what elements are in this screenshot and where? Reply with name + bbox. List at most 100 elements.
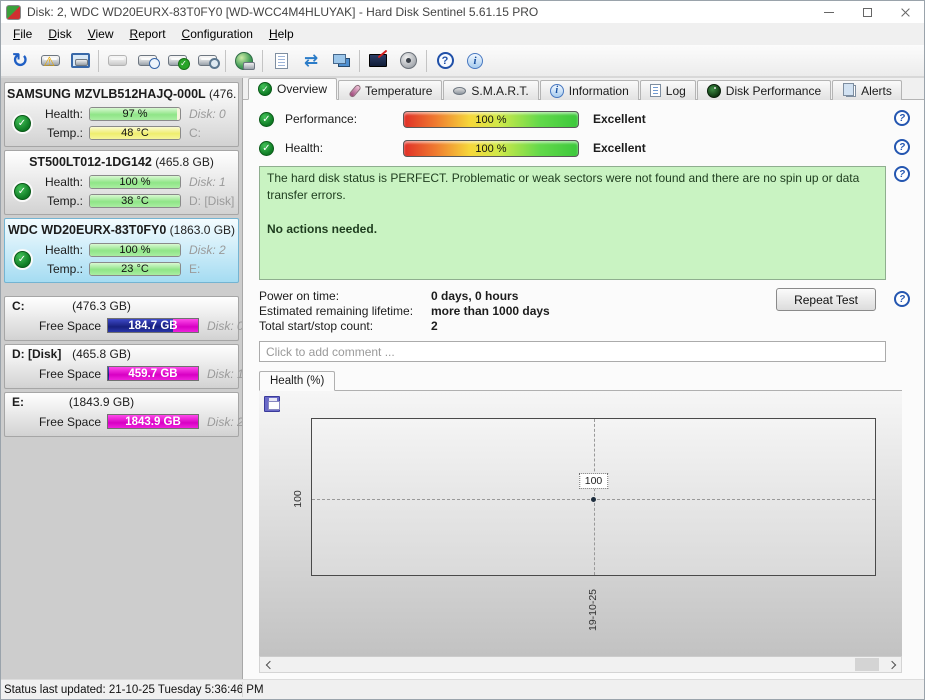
performance-help-icon[interactable] [894, 110, 910, 126]
disk-panel-wdc-selected[interactable]: WDC WD20EURX-83T0FY0 (1863.0 GB) Health:… [4, 218, 239, 283]
performance-value: 100 % [475, 113, 507, 126]
tab-smart[interactable]: S.M.A.R.T. [443, 80, 539, 100]
disk-panel-seagate[interactable]: ST500LT012-1DG142 (465.8 GB) Health: 100… [4, 150, 239, 215]
startstop-label: Total start/stop count: [259, 318, 374, 333]
tab-disk-performance[interactable]: Disk Performance [696, 80, 832, 100]
health-value: 100 % [475, 142, 507, 155]
repeat-test-button[interactable]: Repeat Test [776, 288, 876, 311]
temp-value: 23 °C [121, 262, 149, 275]
alerts-icon [843, 82, 857, 97]
repeat-test-help-icon[interactable] [894, 291, 910, 307]
tab-bar: Overview Temperature S.M.A.R.T. Informat… [243, 78, 924, 100]
sound-icon[interactable] [393, 47, 423, 75]
close-button[interactable] [886, 1, 924, 23]
title-bar: Disk: 2, WDC WD20EURX-83T0FY0 [WD-WCC4M4… [1, 1, 924, 23]
power-on-label: Power on time: [259, 288, 340, 303]
disk-number: Disk: 0 [189, 106, 226, 121]
help-icon[interactable] [430, 47, 460, 75]
health-help-icon[interactable] [894, 139, 910, 155]
disk-check-icon[interactable] [162, 47, 192, 75]
log-icon [649, 84, 661, 97]
free-space-bar: 184.7 GB [107, 318, 199, 333]
health-bar: 100 % [89, 242, 181, 257]
health-bar: 97 % [89, 106, 181, 121]
disk-title: ST500LT012-1DG142 (465.8 GB) [7, 153, 236, 172]
disk-clock-icon[interactable] [132, 47, 162, 75]
tab-log[interactable]: Log [639, 80, 696, 100]
toolbar-separator [98, 49, 99, 72]
minimize-button[interactable] [810, 1, 848, 23]
information-icon[interactable] [460, 47, 490, 75]
disk-alert-icon[interactable] [35, 47, 65, 75]
drive-letter: E: [189, 261, 201, 276]
refresh-icon[interactable] [5, 47, 35, 75]
tab-label: Overview [277, 82, 328, 96]
temp-label: Temp.: [46, 125, 83, 140]
disk-name: WDC WD20EURX-83T0FY0 [7, 223, 167, 237]
tab-alerts[interactable]: Alerts [832, 80, 902, 100]
disk-monitor-icon[interactable] [65, 47, 95, 75]
tab-temperature[interactable]: Temperature [338, 80, 443, 100]
performance-meter: 100 % [403, 110, 579, 128]
scroll-left-button[interactable] [260, 657, 276, 672]
partition-panel-d[interactable]: D: [Disk] (465.8 GB) Free Space 459.7 GB… [4, 344, 242, 389]
disk-ok-icon [13, 114, 31, 132]
main-panel: Overview Temperature S.M.A.R.T. Informat… [243, 78, 924, 679]
disk-number: Disk: 1 [207, 366, 243, 381]
maximize-button[interactable] [848, 1, 886, 23]
status-bar: Status last updated: 21-10-25 Tuesday 5:… [1, 679, 924, 699]
save-chart-icon[interactable] [264, 396, 280, 412]
menu-configuration[interactable]: Configuration [174, 25, 261, 43]
partition-panel-c[interactable]: C: (476.3 GB) Free Space 184.7 GB Disk: … [4, 296, 242, 341]
disk-number: Disk: 1 [189, 174, 226, 189]
lifetime-value: more than 1000 days [431, 303, 550, 318]
menu-view[interactable]: View [80, 25, 122, 43]
menu-help[interactable]: Help [261, 25, 302, 43]
disk-disabled-icon[interactable] [102, 47, 132, 75]
disk-search-icon[interactable] [192, 47, 222, 75]
disk-number: Disk: 2 [189, 242, 226, 257]
free-space-value: 459.7 GB [128, 368, 178, 380]
disk-number: Disk: 2 [207, 414, 243, 429]
scroll-right-button[interactable] [885, 657, 901, 672]
tab-overview[interactable]: Overview [248, 78, 338, 100]
synchronize-icon[interactable] [296, 47, 326, 75]
free-space-bar: 1843.9 GB [107, 414, 199, 429]
tab-label: Alerts [861, 83, 892, 98]
remote-monitor-icon[interactable] [363, 47, 393, 75]
report-document-icon[interactable] [266, 47, 296, 75]
network-disk-globe-icon[interactable] [229, 47, 259, 75]
menu-file[interactable]: File [5, 25, 40, 43]
chart-tab-health[interactable]: Health (%) [259, 371, 336, 391]
health-row: Health: 100 % Excellent [259, 137, 916, 159]
health-chart-panel: Health (%) 100 100 19-10-25 [259, 370, 902, 673]
disk-panel-samsung[interactable]: SAMSUNG MZVLB512HAJQ-000L (476.9 GB Heal… [4, 82, 239, 147]
temp-bar: 23 °C [89, 261, 181, 276]
menu-report[interactable]: Report [122, 25, 174, 43]
temp-value: 38 °C [121, 194, 149, 207]
temp-label: Temp.: [46, 193, 83, 208]
disk-ok-icon [13, 182, 31, 200]
partition-panel-e[interactable]: E: (1843.9 GB) Free Space 1843.9 GB Disk… [4, 392, 242, 437]
disk-size: (465.8 GB) [155, 155, 214, 169]
info-section: Power on time: 0 days, 0 hours Estimated… [259, 288, 916, 333]
tab-information[interactable]: Information [539, 80, 639, 100]
status-help-icon[interactable] [894, 166, 910, 182]
scroll-thumb[interactable] [855, 658, 879, 671]
status-box: The hard disk status is PERFECT. Problem… [259, 166, 886, 280]
network-computers-icon[interactable] [326, 47, 356, 75]
performance-row: Performance: 100 % Excellent [259, 108, 916, 130]
chart-hscrollbar[interactable] [259, 656, 902, 673]
disk-ok-icon [13, 250, 31, 268]
gauge-icon [706, 83, 721, 98]
app-window: Disk: 2, WDC WD20EURX-83T0FY0 [WD-WCC4M4… [0, 0, 925, 700]
data-point [590, 496, 596, 502]
free-space-value: 1843.9 GB [125, 416, 181, 428]
toolbar-separator [225, 49, 226, 72]
health-rating: Excellent [593, 141, 646, 155]
menu-disk[interactable]: Disk [40, 25, 79, 43]
free-space-label: Free Space [38, 366, 101, 381]
disk-title: SAMSUNG MZVLB512HAJQ-000L (476.9 GB [7, 85, 236, 104]
comment-input[interactable] [259, 341, 886, 362]
tab-label: Log [665, 83, 686, 98]
